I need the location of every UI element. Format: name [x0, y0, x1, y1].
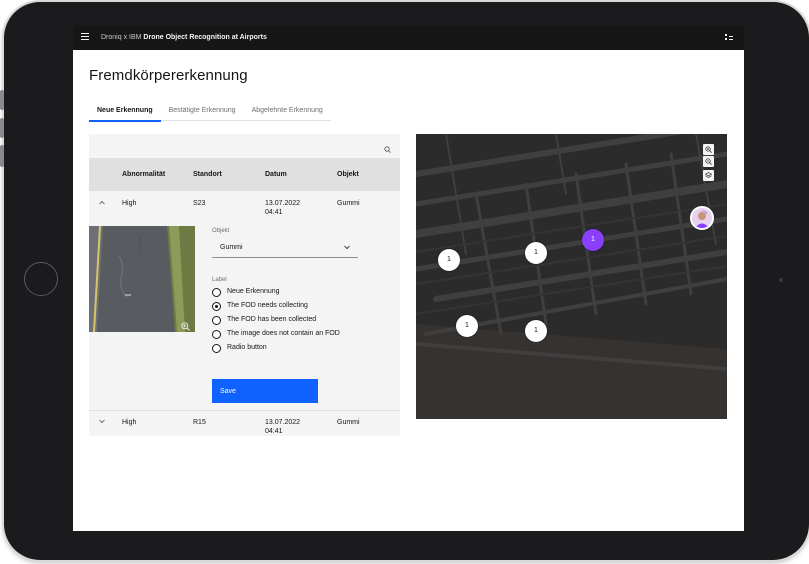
- app-name: Drone Object Recognition at Airports: [143, 34, 267, 41]
- header-bar: Droniq x IBM Drone Object Recognition at…: [73, 25, 744, 50]
- page-title: Fremdkörpererkennung: [89, 67, 248, 84]
- label-group-title: Label: [212, 277, 227, 283]
- zoom-out-icon: [705, 158, 712, 165]
- main-content: Fremdkörpererkennung Neue Erkennung Best…: [73, 50, 744, 531]
- radio-label: The FOD needs collecting: [227, 302, 308, 309]
- cell-time: 04:41: [265, 428, 283, 435]
- radio-circle-selected[interactable]: [212, 302, 221, 311]
- cell-date: 13.07.2022: [265, 200, 301, 207]
- table-row[interactable]: High S23 13.07.2022 04:41 Gummi: [89, 191, 400, 226]
- column-header-date[interactable]: Datum: [265, 171, 287, 178]
- zoom-in-icon: [705, 146, 712, 153]
- app-switcher-icon[interactable]: [725, 33, 734, 42]
- radio-circle[interactable]: [212, 316, 221, 325]
- search-icon[interactable]: [384, 140, 391, 153]
- object-dropdown-value: Gummi: [220, 244, 243, 251]
- radio-circle[interactable]: [212, 344, 221, 353]
- volume-up-button: [0, 90, 4, 110]
- radio-circle[interactable]: [212, 330, 221, 339]
- table-header: Abnormalität Standort Datum Objekt: [89, 158, 400, 191]
- cell-object: Gummi: [337, 200, 360, 207]
- map-roads: [416, 134, 727, 419]
- avatar[interactable]: [690, 206, 714, 230]
- side-button: [0, 145, 4, 167]
- column-header-object[interactable]: Objekt: [337, 171, 359, 178]
- save-button[interactable]: Save: [212, 379, 318, 403]
- object-dropdown[interactable]: Gummi: [212, 239, 358, 258]
- volume-down-button: [0, 118, 4, 138]
- fod-image: [89, 226, 195, 332]
- column-header-abnormality[interactable]: Abnormalität: [122, 171, 165, 178]
- radio-label: The image does not contain an FOD: [227, 330, 340, 337]
- screen: Droniq x IBM Drone Object Recognition at…: [73, 25, 744, 531]
- cell-location: S23: [193, 200, 206, 207]
- airport-map[interactable]: 1 1 1 1 1: [416, 134, 727, 419]
- brand-prefix: Droniq x IBM: [101, 34, 142, 41]
- user-avatar-icon: [692, 208, 712, 228]
- cell-abnormality: High: [122, 419, 137, 426]
- cell-object: Gummi: [337, 419, 360, 426]
- tab-list: Neue Erkennung Bestätigte Erkennung Abge…: [89, 104, 331, 122]
- zoom-out-map-button[interactable]: [703, 156, 714, 167]
- radio-label: Neue Erkennung: [227, 288, 280, 295]
- app-title[interactable]: Droniq x IBM Drone Object Recognition at…: [101, 34, 267, 41]
- tab-abgelehnte-erkennung[interactable]: Abgelehnte Erkennung: [243, 104, 331, 121]
- detections-table: Abnormalität Standort Datum Objekt High …: [89, 134, 400, 436]
- map-marker-selected[interactable]: 1: [582, 229, 604, 251]
- cell-date: 13.07.2022: [265, 419, 301, 426]
- expanded-row-detail: Objekt Gummi Label Neue Erkennung The FO…: [89, 226, 400, 410]
- cell-abnormality: High: [122, 200, 137, 207]
- map-marker[interactable]: 1: [525, 320, 547, 342]
- object-field-label: Objekt: [212, 228, 230, 234]
- zoom-in-icon[interactable]: [181, 318, 190, 331]
- cell-location: R15: [193, 419, 206, 426]
- tab-neue-erkennung[interactable]: Neue Erkennung: [89, 104, 161, 122]
- tab-bestaetigte-erkennung[interactable]: Bestätigte Erkennung: [160, 104, 244, 121]
- map-marker[interactable]: 1: [438, 249, 460, 271]
- camera-icon: [779, 278, 783, 282]
- map-marker[interactable]: 1: [525, 242, 547, 264]
- home-button[interactable]: [24, 262, 58, 296]
- radio-label: The FOD has been collected: [227, 316, 317, 323]
- table-row[interactable]: High R15 13.07.2022 04:41 Gummi: [89, 410, 400, 437]
- table-toolbar: [89, 134, 400, 154]
- layers-icon: [705, 172, 712, 178]
- hamburger-menu-icon[interactable]: [81, 33, 89, 41]
- column-header-location[interactable]: Standort: [193, 171, 222, 178]
- zoom-in-map-button[interactable]: [703, 144, 714, 155]
- map-marker[interactable]: 1: [456, 315, 478, 337]
- chevron-down-icon: [344, 245, 350, 251]
- radio-label: Radio button: [227, 344, 267, 351]
- chevron-down-icon[interactable]: [99, 419, 105, 426]
- layers-map-button[interactable]: [703, 170, 714, 181]
- radio-circle[interactable]: [212, 288, 221, 297]
- cell-time: 04:41: [265, 209, 283, 216]
- chevron-up-icon[interactable]: [99, 200, 105, 207]
